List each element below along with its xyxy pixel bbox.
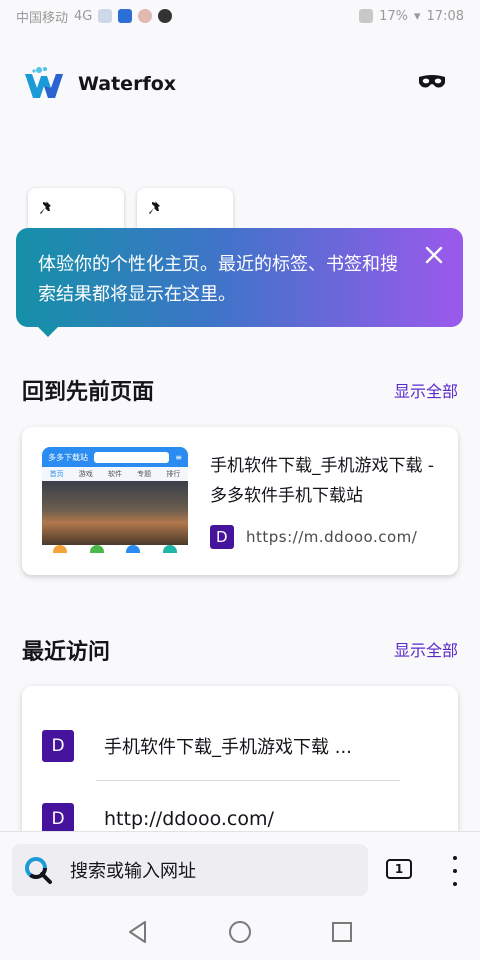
search-url-field[interactable]: 搜索或输入网址	[12, 844, 368, 896]
site-favicon: D	[42, 730, 74, 762]
menu-dot-icon	[453, 882, 457, 886]
overflow-menu-button[interactable]	[448, 856, 462, 886]
tooltip-close-button[interactable]	[421, 242, 447, 268]
site-favicon: D	[210, 525, 234, 549]
close-icon	[425, 246, 443, 264]
thumbnail-banner-image	[42, 481, 188, 545]
page-thumbnail: 多多下载站 ≡ 首页 游戏 软件 专题 排行	[42, 447, 188, 553]
notification-shield-icon	[118, 9, 133, 23]
carrier-label: 中国移动	[16, 10, 69, 26]
system-nav-bar	[0, 907, 480, 960]
signal-label: 4G	[74, 8, 93, 24]
jump-back-page-title: 手机软件下载_手机游戏下载 - 多多软件手机下载站	[210, 456, 435, 506]
menu-dot-icon	[453, 869, 457, 873]
private-mask-icon	[419, 75, 445, 88]
app-name: Waterfox	[78, 73, 177, 95]
pin-icon	[40, 201, 51, 214]
search-engine-icon	[25, 857, 52, 884]
bottom-toolbar: 搜索或输入网址 1	[0, 831, 480, 908]
battery-saver-icon	[359, 9, 374, 23]
notification-location-icon	[138, 9, 153, 23]
battery-label: 17%	[379, 8, 408, 24]
thumbnail-header: 多多下载站 ≡	[42, 447, 188, 467]
jump-back-url-row: D https://m.ddooo.com/	[210, 525, 417, 549]
search-placeholder: 搜索或输入网址	[70, 861, 196, 882]
tab-counter-button[interactable]: 1	[386, 859, 412, 879]
thumbnail-nav-item: 专题	[137, 470, 152, 478]
tooltip-text: 体验你的个性化主页。最近的标签、书签和搜索结果都将显示在这里。	[38, 254, 398, 305]
app-header: Waterfox	[22, 66, 176, 102]
back-triangle-icon[interactable]	[125, 919, 151, 945]
status-left: 中国移动 4G	[16, 7, 173, 26]
recent-show-all-link[interactable]: 显示全部	[394, 637, 458, 661]
thumbnail-category-icons	[42, 545, 188, 553]
jump-back-show-all-link[interactable]: 显示全部	[394, 378, 458, 402]
recent-title: 最近访问	[22, 640, 111, 665]
jump-back-title: 回到先前页面	[22, 380, 155, 405]
onboarding-tooltip: 体验你的个性化主页。最近的标签、书签和搜索结果都将显示在这里。	[16, 228, 463, 337]
thumbnail-nav-item: 游戏	[78, 470, 93, 478]
thumbnail-nav-item: 排行	[166, 470, 181, 478]
thumbnail-nav: 首页 游戏 软件 专题 排行	[42, 467, 188, 481]
thumbnail-nav-item: 软件	[107, 470, 122, 478]
jump-back-url: https://m.ddooo.com/	[246, 528, 418, 546]
recent-item[interactable]: D 手机软件下载_手机游戏下载 ...	[42, 730, 352, 762]
recents-square-icon[interactable]	[329, 919, 355, 945]
thumbnail-site-name: 多多下载站	[48, 452, 88, 462]
recent-divider	[96, 780, 400, 781]
home-circle-icon[interactable]	[227, 919, 253, 945]
recent-item-label: http://ddooo.com/	[104, 808, 274, 830]
recent-item-label: 手机软件下载_手机游戏下载 ...	[104, 737, 352, 758]
pin-icon	[149, 201, 160, 214]
notification-qq-icon	[158, 9, 173, 23]
recent-card: D 手机软件下载_手机游戏下载 ... D http://ddooo.com/	[22, 686, 458, 846]
thumbnail-menu-icon: ≡	[175, 452, 182, 462]
menu-dot-icon	[453, 856, 457, 860]
jump-back-card[interactable]: 多多下载站 ≡ 首页 游戏 软件 专题 排行 手机软件下载_手机游戏下载 - 多…	[22, 427, 458, 575]
waterfox-logo-icon	[25, 67, 63, 98]
private-browsing-button[interactable]	[418, 72, 446, 92]
thumbnail-nav-item: 首页	[49, 470, 64, 478]
notification-app-icon	[98, 9, 113, 23]
status-right: 17% ▾ 17:08	[359, 9, 464, 24]
clock-label: 17:08	[426, 8, 464, 24]
wifi-icon: ▾	[414, 8, 421, 24]
thumbnail-search-bar	[94, 451, 170, 463]
status-bar: 中国移动 4G 17% ▾ 17:08	[0, 0, 480, 32]
